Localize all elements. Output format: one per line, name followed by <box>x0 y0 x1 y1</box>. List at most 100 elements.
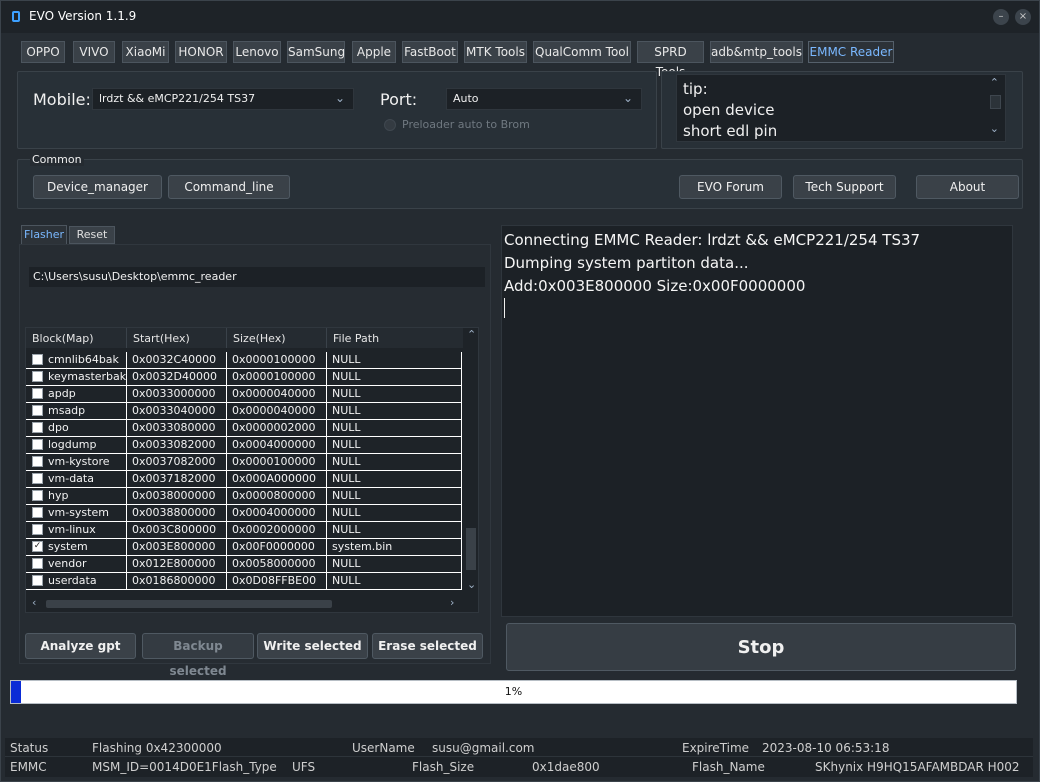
cell-size: 0x0000100000 <box>227 454 327 470</box>
table-row[interactable]: userdata 0x0186800000 0x0D08FFBE00 NULL <box>26 573 462 590</box>
tab-xiaomi[interactable]: XiaoMi <box>122 41 169 63</box>
cell-start: 0x0037082000 <box>127 454 227 470</box>
username-value: susu@gmail.com <box>432 741 535 755</box>
about-button[interactable]: About <box>916 175 1019 199</box>
table-row[interactable]: hyp 0x0038000000 0x0000800000 NULL <box>26 488 462 505</box>
scrollbar-thumb[interactable] <box>990 95 1001 109</box>
cell-file: NULL <box>327 454 462 470</box>
table-row[interactable]: keymasterbak 0x0032D40000 0x0000100000 NULL <box>26 369 462 386</box>
erase-selected-button[interactable]: Erase selected <box>372 633 483 659</box>
close-icon[interactable]: × <box>1015 9 1031 25</box>
tab-lenovo[interactable]: Lenovo <box>233 41 281 63</box>
grid-vscrollbar[interactable]: ⌃ ⌄ <box>464 328 478 596</box>
table-row[interactable]: vm-system 0x0038800000 0x0004000000 NULL <box>26 505 462 522</box>
cell-start: 0x0033080000 <box>127 420 227 436</box>
flash-size-value: 0x1dae800 <box>532 760 600 774</box>
cell-file: NULL <box>327 403 462 419</box>
table-row[interactable]: vendor 0x012E800000 0x0058000000 NULL <box>26 556 462 573</box>
tab-honor[interactable]: HONOR <box>175 41 227 63</box>
tip-textbox[interactable]: tip: open device short edl pin ⌃ ⌄ <box>676 74 1006 142</box>
scroll-up-icon[interactable]: ⌃ <box>990 77 999 89</box>
mobile-select[interactable]: lrdzt && eMCP221/254 TS37 ⌄ <box>92 88 354 110</box>
cell-file: NULL <box>327 386 462 402</box>
table-row[interactable]: cmnlib64bak 0x0032C40000 0x0000100000 NULL <box>26 352 462 369</box>
port-select[interactable]: Auto ⌄ <box>446 88 642 110</box>
tab-mtk-tools[interactable]: MTK Tools <box>464 41 527 63</box>
scroll-down-icon[interactable]: ⌄ <box>990 123 999 135</box>
tab-fastboot[interactable]: FastBoot <box>402 41 458 63</box>
table-row[interactable]: apdp 0x0033000000 0x0000040000 NULL <box>26 386 462 403</box>
column-header-file-path[interactable]: File Path <box>327 328 463 348</box>
cell-name: cmnlib64bak <box>26 352 127 368</box>
scrollbar-thumb[interactable] <box>466 528 476 570</box>
path-input[interactable]: C:\Users\susu\Desktop\emmc_reader <box>29 267 485 287</box>
tab-sprd-tools[interactable]: SPRD Tools <box>637 41 704 79</box>
cell-size: 0x0002000000 <box>227 522 327 538</box>
table-row[interactable]: vm-kystore 0x0037082000 0x0000100000 NULL <box>26 454 462 471</box>
cell-name: vm-kystore <box>26 454 127 470</box>
analyze-gpt-button[interactable]: Analyze gpt <box>25 633 136 659</box>
device-panel: Mobile: lrdzt && eMCP221/254 TS37 ⌄ Port… <box>17 71 657 149</box>
progress-bar: 1% <box>10 680 1017 704</box>
expire-value: 2023-08-10 06:53:18 <box>762 741 890 755</box>
tech-support-button[interactable]: Tech Support <box>793 175 896 199</box>
column-header-block[interactable]: Block(Map) <box>26 328 127 348</box>
cell-size: 0x0000100000 <box>227 369 327 385</box>
cell-file: NULL <box>327 505 462 521</box>
scroll-right-icon[interactable]: › <box>450 596 454 609</box>
cell-size: 0x0004000000 <box>227 437 327 453</box>
partition-grid: Block(Map) Start(Hex) Size(Hex) File Pat… <box>25 327 479 613</box>
device-manager-button[interactable]: Device_manager <box>33 175 162 199</box>
chevron-down-icon: ⌄ <box>622 91 633 105</box>
tab-qualcomm-tool[interactable]: QualComm Tool <box>533 41 631 63</box>
cell-size: 0x0000040000 <box>227 403 327 419</box>
status-row: Status Flashing 0x42300000 UserName susu… <box>5 738 1033 757</box>
cell-start: 0x0038000000 <box>127 488 227 504</box>
tab-samsung[interactable]: SamSung <box>287 41 345 63</box>
scrollbar-thumb[interactable] <box>46 600 332 608</box>
chevron-down-icon: ⌄ <box>334 91 345 105</box>
tab-emmc-reader[interactable]: EMMC Reader <box>808 41 894 63</box>
table-row[interactable]: vm-linux 0x003C800000 0x0002000000 NULL <box>26 522 462 539</box>
backup-selected-button[interactable]: Backup selected <box>142 633 254 678</box>
cell-size: 0x0004000000 <box>227 505 327 521</box>
tab-vivo[interactable]: VIVO <box>73 41 115 63</box>
column-header-start[interactable]: Start(Hex) <box>127 328 227 348</box>
table-row[interactable]: ✓ system 0x003E800000 0x00F0000000 system.bi… <box>26 539 462 556</box>
column-header-size[interactable]: Size(Hex) <box>227 328 327 348</box>
flash-name-label: Flash_Name <box>692 760 765 774</box>
scroll-up-icon[interactable]: ⌃ <box>467 328 476 341</box>
flash-name-value: SKhynix H9HQ15AFAMBDAR H002 <box>815 760 1020 774</box>
write-selected-button[interactable]: Write selected <box>257 633 368 659</box>
scroll-left-icon[interactable]: ‹ <box>32 596 36 609</box>
username-label: UserName <box>352 741 415 755</box>
grid-hscrollbar[interactable]: ‹ › <box>26 596 464 612</box>
tab-apple[interactable]: Apple <box>352 41 396 63</box>
cell-file: NULL <box>327 488 462 504</box>
tab-oppo[interactable]: OPPO <box>21 41 65 63</box>
cell-start: 0x0037182000 <box>127 471 227 487</box>
command-line-button[interactable]: Command_line <box>168 175 290 199</box>
evo-forum-button[interactable]: EVO Forum <box>679 175 782 199</box>
log-line: Connecting EMMC Reader: lrdzt && eMCP221… <box>504 231 921 249</box>
scroll-down-icon[interactable]: ⌄ <box>467 578 476 591</box>
table-row[interactable]: vm-data 0x0037182000 0x000A000000 NULL <box>26 471 462 488</box>
table-row[interactable]: logdump 0x0033082000 0x0004000000 NULL <box>26 437 462 454</box>
table-row[interactable]: dpo 0x0033080000 0x0000002000 NULL <box>26 420 462 437</box>
tab-reset[interactable]: Reset <box>69 226 115 244</box>
table-row[interactable]: msadp 0x0033040000 0x0000040000 NULL <box>26 403 462 420</box>
text-cursor <box>504 298 505 318</box>
log-output[interactable]: Connecting EMMC Reader: lrdzt && eMCP221… <box>501 225 1013 617</box>
cell-size: 0x00F0000000 <box>227 539 327 555</box>
preloader-radio[interactable] <box>384 119 396 131</box>
tab-flasher[interactable]: Flasher <box>21 225 67 245</box>
log-line: Add:0x003E800000 Size:0x00F0000000 <box>504 277 806 295</box>
preloader-label: Preloader auto to Brom <box>402 118 530 131</box>
minimize-icon[interactable]: – <box>993 9 1009 25</box>
cell-start: 0x0032D40000 <box>127 369 227 385</box>
tab-adb-mtp-tools[interactable]: adb&mtp_tools <box>710 41 803 63</box>
stop-button[interactable]: Stop <box>506 623 1016 671</box>
common-label: Common <box>30 153 84 166</box>
cell-start: 0x0032C40000 <box>127 352 227 368</box>
cell-name: vendor <box>26 556 127 572</box>
